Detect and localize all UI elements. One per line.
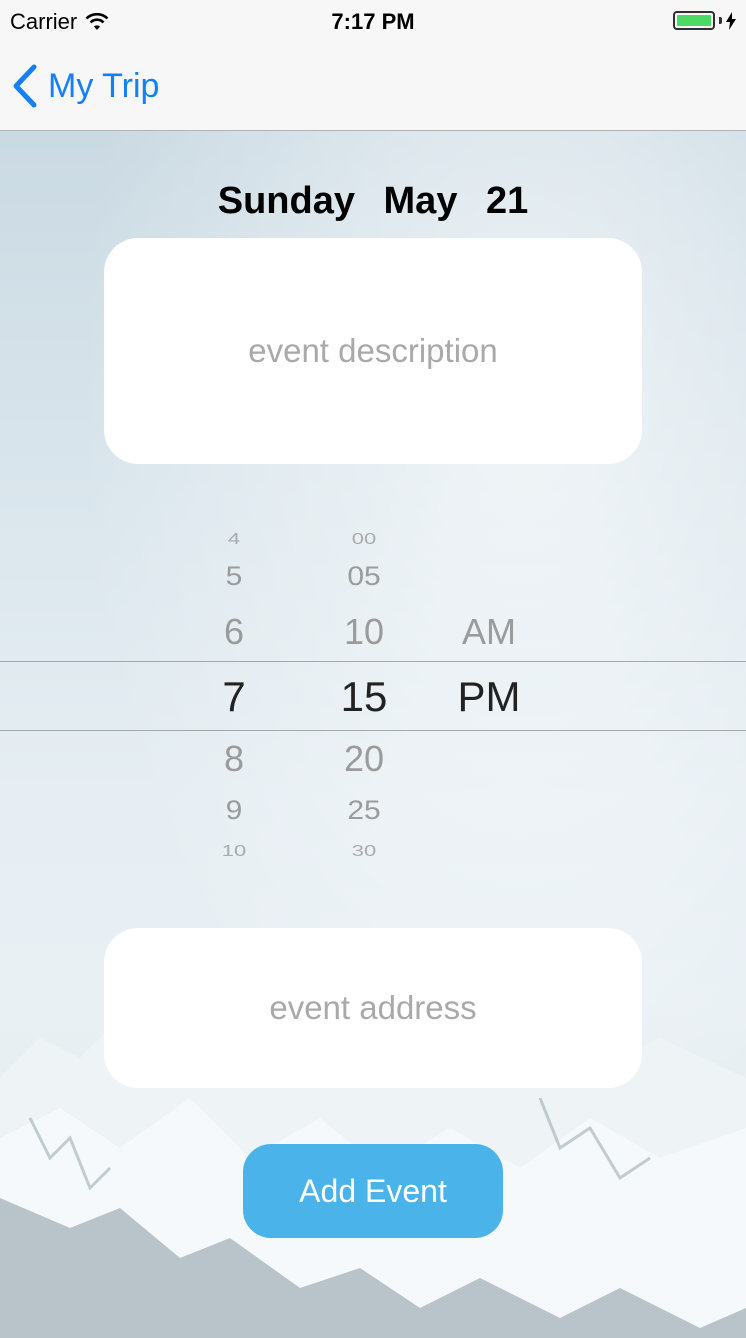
meridiem-option-selected[interactable]: PM	[429, 673, 549, 721]
hour-option[interactable]: 5	[174, 562, 294, 592]
hour-option[interactable]: 9	[174, 796, 294, 826]
status-time: 7:17 PM	[331, 9, 415, 34]
hour-wheel[interactable]: 4 5 6 7 8 9 10	[174, 516, 294, 876]
battery-tip	[719, 17, 722, 24]
hour-option[interactable]: 4	[174, 530, 294, 548]
hour-option[interactable]: 10	[174, 842, 294, 860]
minute-wheel[interactable]: 00 05 10 15 20 25 30	[304, 516, 424, 876]
battery-icon	[673, 11, 715, 30]
hour-option[interactable]: 6	[174, 611, 294, 653]
meridiem-wheel[interactable]: AM PM	[429, 516, 549, 876]
back-button[interactable]: My Trip	[12, 64, 159, 108]
hour-option-selected[interactable]: 7	[174, 673, 294, 721]
event-description-input[interactable]	[104, 331, 642, 371]
minute-option[interactable]: 20	[304, 738, 424, 780]
chevron-left-icon	[13, 64, 37, 108]
minute-option[interactable]: 25	[304, 796, 424, 826]
event-address-field[interactable]	[104, 928, 642, 1088]
minute-option[interactable]: 30	[304, 842, 424, 860]
minute-option-selected[interactable]: 15	[304, 673, 424, 721]
hour-option[interactable]: 8	[174, 738, 294, 780]
charging-bolt-icon	[726, 11, 736, 30]
meridiem-option[interactable]: AM	[429, 611, 549, 653]
navigation-bar: My Trip	[0, 44, 746, 131]
date-title: Sunday May 21	[217, 180, 529, 222]
back-button-label: My Trip	[48, 66, 160, 105]
battery-level	[677, 15, 711, 26]
minute-option[interactable]: 05	[304, 562, 424, 592]
minute-option[interactable]: 10	[304, 611, 424, 653]
event-address-input[interactable]	[104, 988, 642, 1028]
add-event-button[interactable]: Add Event	[243, 1144, 503, 1238]
status-bar: Carrier 7:17 PM	[0, 0, 746, 44]
minute-option[interactable]: 00	[304, 530, 424, 548]
time-picker[interactable]: 4 5 6 7 8 9 10 00 05 10 15 20 25 30 AM P…	[0, 516, 746, 876]
event-description-field[interactable]	[104, 238, 642, 464]
battery-indicator	[673, 11, 736, 30]
